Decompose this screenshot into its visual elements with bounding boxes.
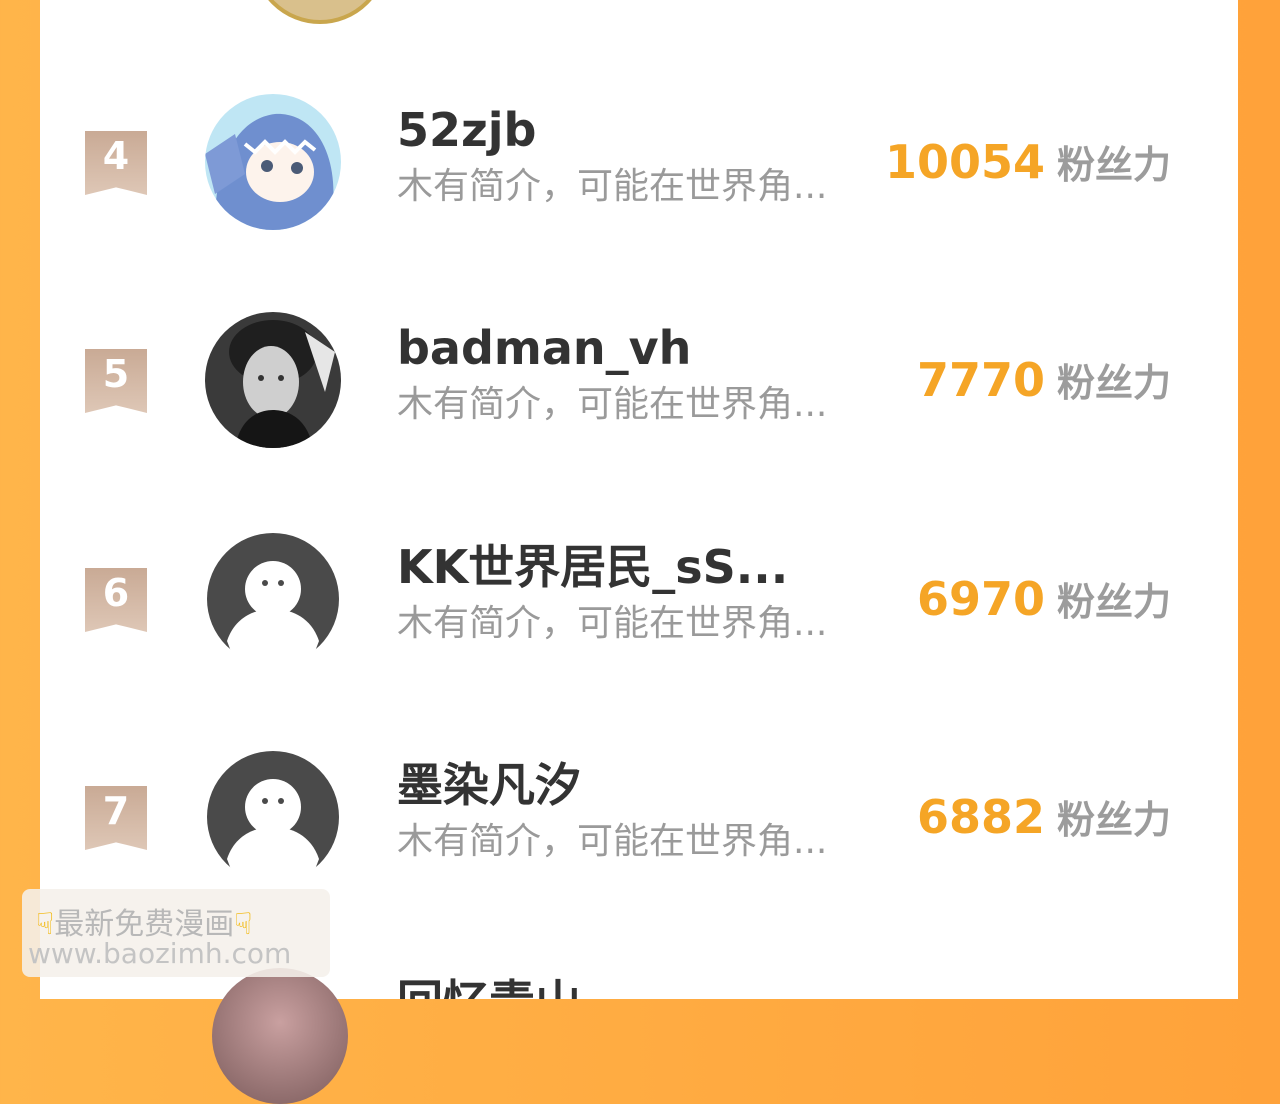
ranking-row[interactable]: 4 52zjb 木有简介，可能在世界角... 10054 粉丝力	[40, 94, 1238, 312]
user-bio: 木有简介，可能在世界角...	[397, 603, 828, 644]
fan-power-unit: 粉丝力	[1056, 580, 1171, 624]
fan-power-unit: 粉丝力	[1056, 143, 1171, 187]
ranking-panel: 4 52zjb 木有简介，可能在世界角... 10054 粉丝力 5 badma…	[40, 0, 1238, 1104]
user-bio: 木有简介，可能在世界角...	[397, 821, 828, 862]
previous-avatar-partial[interactable]	[252, 0, 388, 24]
user-name[interactable]: 52zjb	[397, 102, 536, 158]
fan-power-unit: 粉丝力	[1056, 798, 1171, 842]
site-watermark: ☟最新免费漫画☟ www.baozimh.com	[22, 889, 330, 977]
user-bio: 木有简介，可能在世界角...	[397, 166, 828, 207]
default-ghost-avatar-icon	[207, 533, 339, 667]
fan-power-value: 6970	[916, 572, 1045, 626]
rank-badge: 7	[85, 786, 147, 850]
user-name[interactable]: 墨染凡汐	[397, 757, 581, 813]
photo-portrait-icon	[205, 312, 341, 448]
fan-power-unit: 粉丝力	[1056, 361, 1171, 405]
ranking-row[interactable]: 5 badman_vh 木有简介，可能在世界角... 7770 粉丝力	[40, 312, 1238, 530]
next-avatar-partial[interactable]	[212, 968, 348, 1104]
user-avatar[interactable]	[205, 531, 341, 667]
fan-power: 10054 粉丝力	[885, 134, 1171, 201]
user-name[interactable]: KK世界居民_sS...	[397, 539, 788, 595]
anime-avatar-icon	[205, 94, 341, 230]
fan-power-value: 7770	[916, 353, 1045, 407]
fan-power-value: 6882	[916, 790, 1045, 844]
user-avatar[interactable]	[205, 749, 341, 885]
fan-power: 7770 粉丝力	[917, 352, 1171, 419]
rank-badge: 6	[85, 568, 147, 632]
watermark-url: www.baozimh.com	[28, 937, 292, 970]
ranking-row[interactable]: 6 KK世界居民_sS... 木有简介，可能在世界角... 6970 粉丝力	[40, 531, 1238, 749]
user-avatar[interactable]	[205, 94, 341, 230]
next-user-name-partial[interactable]: 回忆青山	[397, 972, 581, 999]
rank-badge: 4	[85, 131, 147, 195]
user-bio: 木有简介，可能在世界角...	[397, 384, 828, 425]
rank-badge: 5	[85, 349, 147, 413]
fan-power-value: 10054	[884, 135, 1045, 189]
fan-power: 6882 粉丝力	[917, 789, 1171, 856]
user-avatar[interactable]	[205, 312, 341, 448]
default-ghost-avatar-icon	[207, 751, 339, 885]
fan-power: 6970 粉丝力	[917, 571, 1171, 638]
user-name[interactable]: badman_vh	[397, 320, 691, 376]
